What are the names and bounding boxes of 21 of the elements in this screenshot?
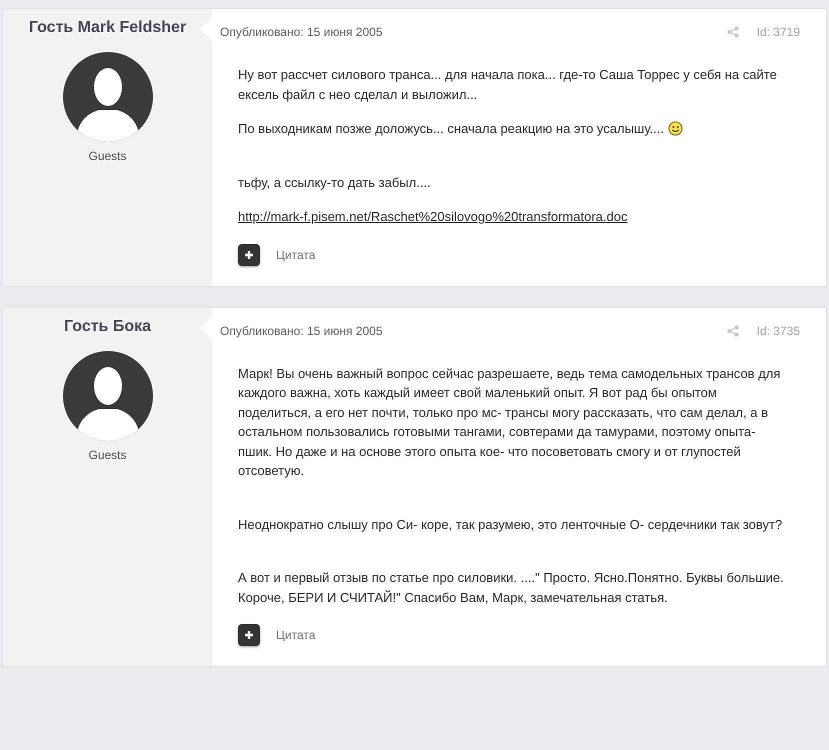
publish-date: Опубликовано: 15 июня 2005 [220, 25, 384, 39]
post-paragraph: По выходникам позже доложусь... сначала реакцию на это усалышу.... [238, 119, 786, 138]
plus-button[interactable] [238, 624, 260, 646]
author-name[interactable]: Гость Mark Feldsher [28, 18, 186, 38]
post-id[interactable]: Id: 3719 [756, 25, 800, 39]
user-group: Guests [88, 149, 126, 163]
publish-date: Опубликовано: 15 июня 2005 [220, 324, 384, 338]
plus-icon [244, 250, 254, 260]
post-paragraph: Ну вот рассчет силового транса... для начала пока... где-то Саша Торрес у себя на сайте ексель файл с нео сделал и выложил... [238, 66, 778, 104]
post-paragraph: Марк! Вы очень важный вопрос сейчас разрешаете, ведь тема самодельных трансов для каждого важна, хоть каждый имеет свой маленький опыт. Я вот рад бы опытом поделиться, а его нет почти, только про мс- трансы могу рассказать, что сам делал, а в остальном пользовались готовыми тангами, совтерами да тамурами, поэтому опыта- пшик. Но даже и на основе этого опыта кое- что посоветовать смогу и от глупостей отсоветую. [238, 364, 782, 480]
quote-link[interactable]: Цитата [276, 628, 316, 642]
plus-button[interactable] [238, 244, 260, 266]
file-link[interactable]: http://mark-f.pisem.net/Raschet%20silovogo%20transformatora.doc [238, 209, 628, 224]
post-paragraph: А вот и первый отзыв по статье про силовики. ...." Просто. Ясно.Понятно. Буквы большие. Короче, БЕРИ И СЧИТАЙ!" Спасибо Вам, Марк, замечательная статья. [238, 569, 785, 607]
user-group: Guests [88, 448, 126, 462]
post-id[interactable]: Id: 3735 [756, 324, 800, 338]
post-paragraph: Неоднократно слышу про Си- коре, так разумею, это ленточные О- сердечники так зовут? [238, 516, 784, 534]
post-paragraph: тьфу, а ссылку-то дать забыл.... [238, 174, 432, 192]
author-name[interactable]: Гость Бока [64, 316, 152, 336]
quote-link[interactable]: Цитата [276, 248, 316, 262]
plus-icon [244, 630, 254, 640]
